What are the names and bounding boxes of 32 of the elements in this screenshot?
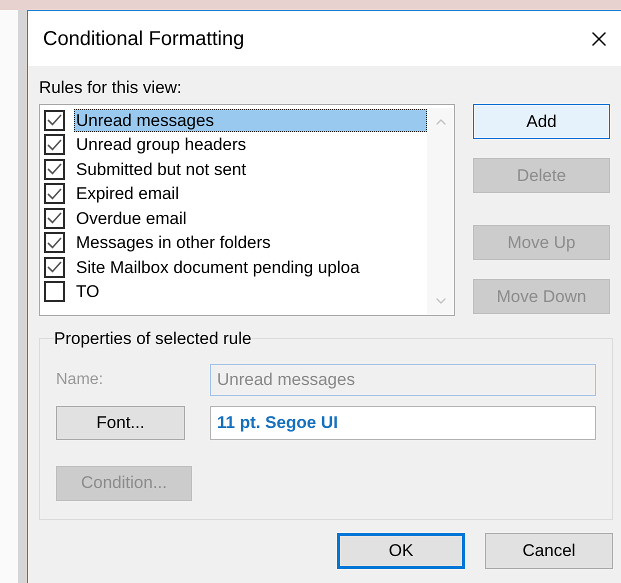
- rule-item[interactable]: TO: [74, 280, 427, 304]
- check-icon: [47, 188, 62, 200]
- action-button[interactable]: Add: [473, 104, 610, 139]
- rule-item[interactable]: Unread messages: [74, 108, 427, 132]
- checkbox[interactable]: [44, 232, 65, 254]
- rule-item[interactable]: Submitted but not sent: [74, 158, 427, 181]
- rule-item[interactable]: Expired email: [74, 182, 427, 206]
- rule-item[interactable]: Site Mailbox document pending uploa: [74, 256, 427, 279]
- rules-label: Rules for this view:: [39, 78, 183, 98]
- checkbox[interactable]: [44, 256, 65, 278]
- rule-item[interactable]: Overdue email: [74, 206, 427, 230]
- window-title: Conditional Formatting: [43, 26, 244, 52]
- check-icon: [47, 114, 62, 126]
- ok-button[interactable]: OK: [337, 533, 465, 569]
- cancel-button[interactable]: Cancel: [485, 533, 613, 569]
- group-legend: Properties of selected rule: [54, 326, 252, 352]
- check-icon: [47, 138, 62, 151]
- check-icon: [47, 163, 62, 176]
- checkbox[interactable]: [44, 134, 65, 156]
- rule-item[interactable]: Messages in other folders: [74, 231, 427, 254]
- checkbox[interactable]: [44, 110, 65, 131]
- check-icon: [47, 212, 62, 224]
- action-button[interactable]: Font...: [56, 406, 185, 440]
- checkbox[interactable]: [44, 158, 65, 180]
- font-preview-field: 11 pt. Segoe UI: [210, 406, 596, 440]
- checkbox[interactable]: [44, 281, 65, 302]
- rule-item[interactable]: Unread group headers: [74, 133, 427, 156]
- checkbox[interactable]: [44, 208, 65, 229]
- checkbox[interactable]: [44, 183, 65, 204]
- check-icon: [47, 261, 62, 274]
- name-label: Name:: [56, 370, 104, 390]
- check-icon: [47, 236, 62, 249]
